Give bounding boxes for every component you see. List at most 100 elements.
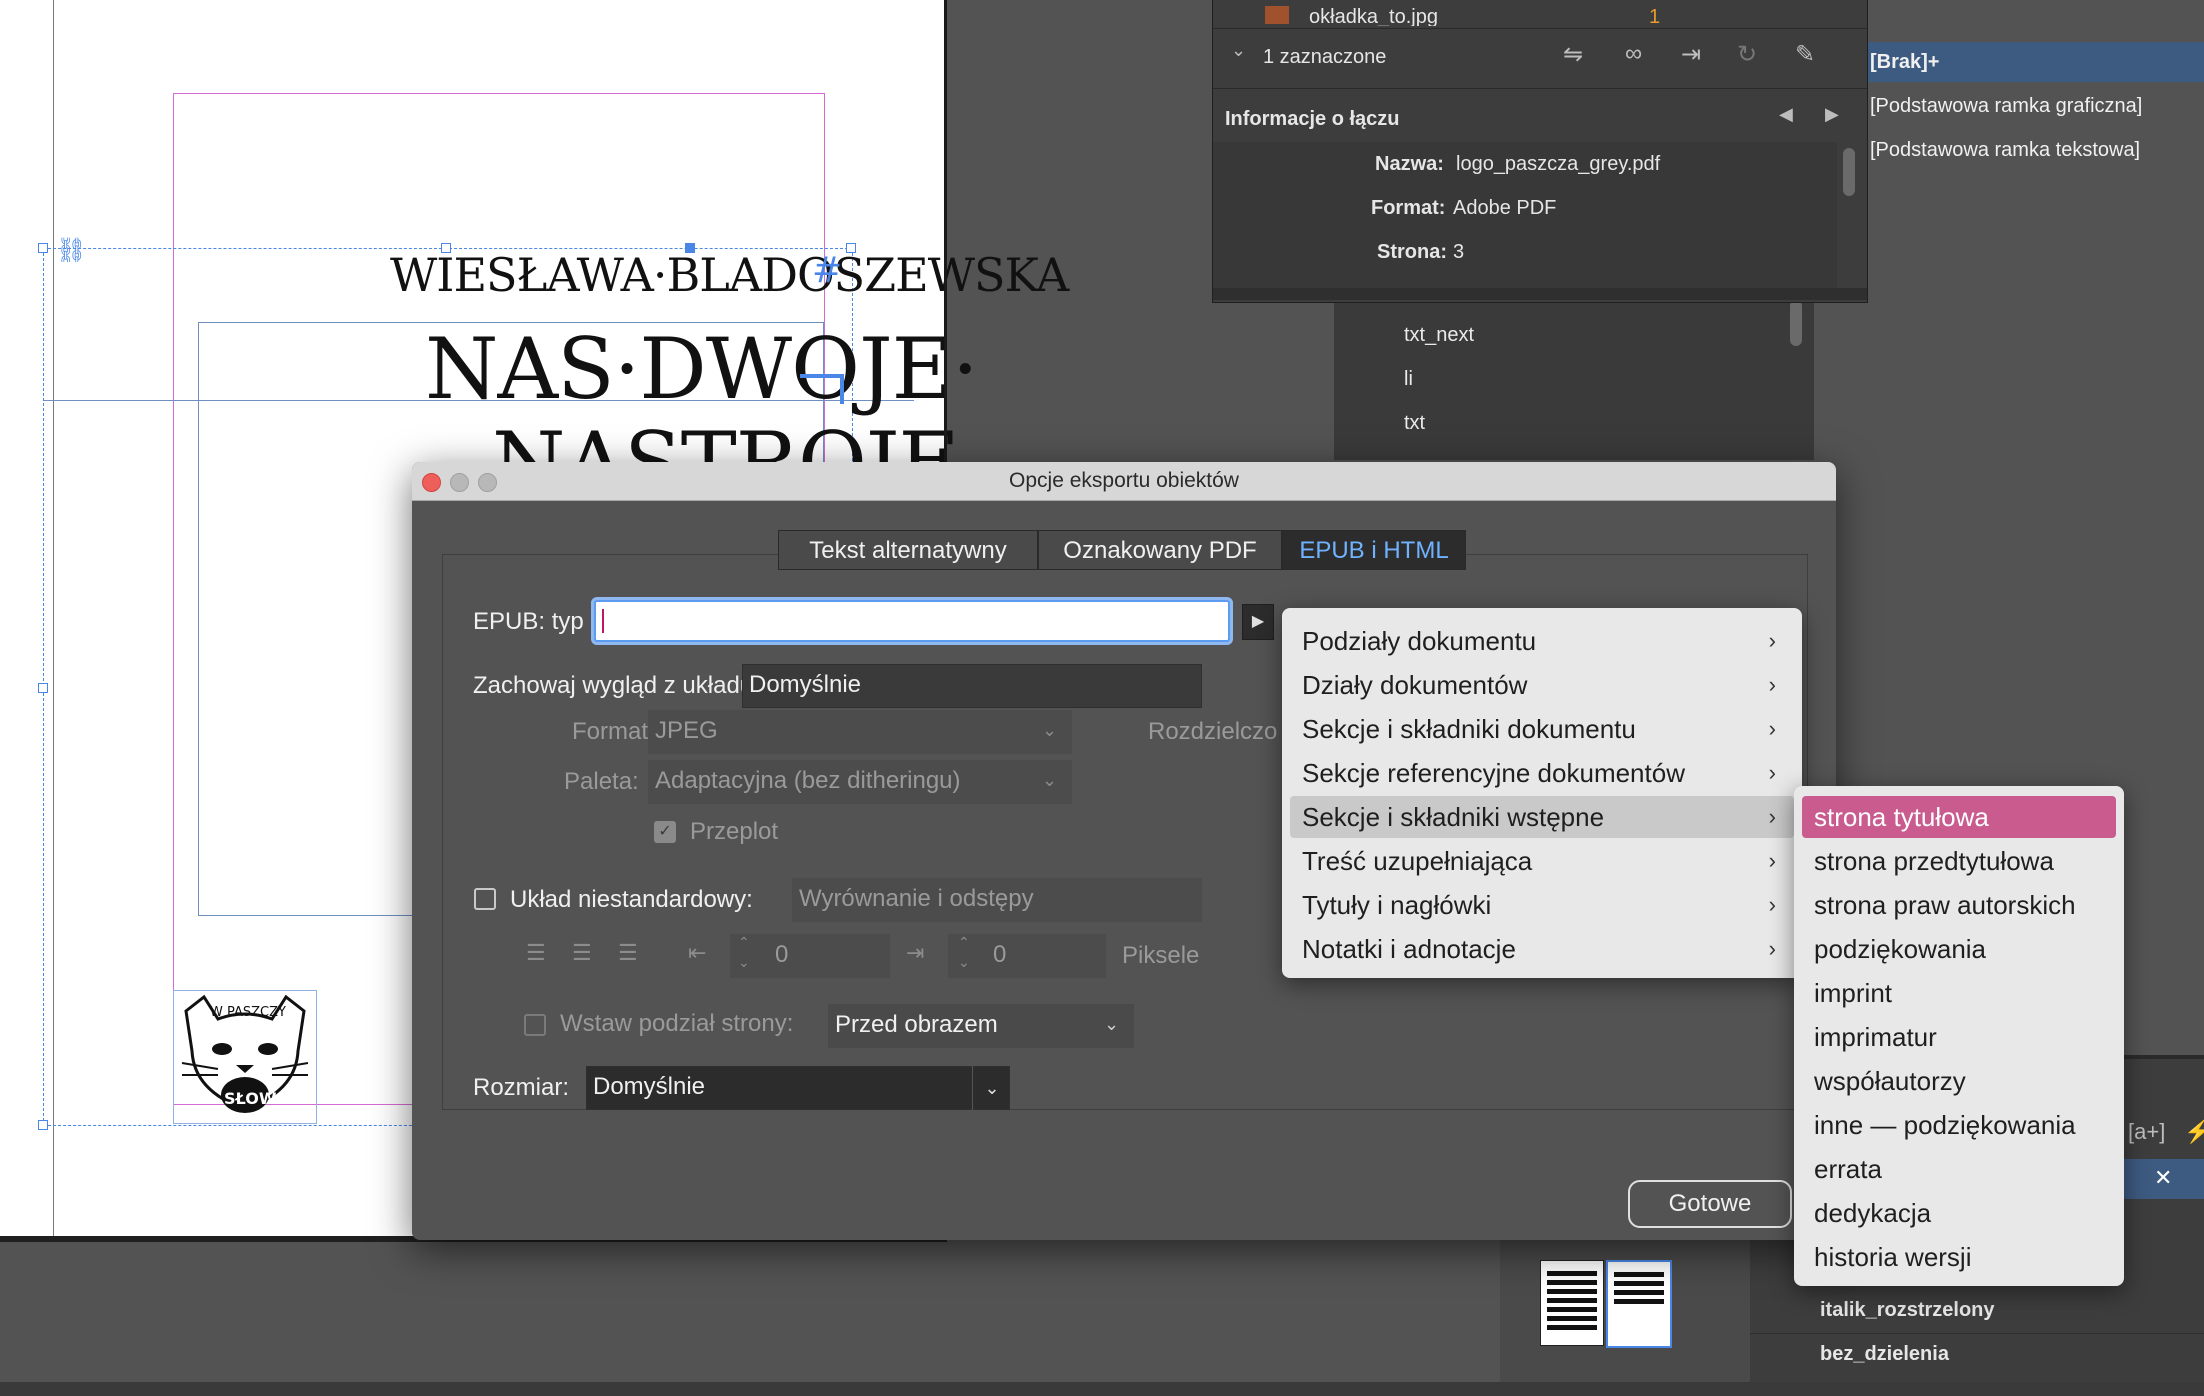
- custom-layout-select[interactable]: Wyrównanie i odstępy: [792, 878, 1202, 922]
- logo-bottom-text: SŁOW: [224, 1089, 277, 1108]
- style-item[interactable]: italik_rozstrzelony: [1820, 1299, 1995, 1322]
- chevron-right-icon: ›: [1768, 672, 1776, 697]
- interlace-label: Przeplot: [690, 818, 779, 845]
- menu-item-halftitlepage[interactable]: strona przedtytułowa: [1802, 840, 2116, 882]
- text-caret: [602, 609, 604, 633]
- align-center-icon[interactable]: ☰: [572, 940, 592, 966]
- menu-item-dedication[interactable]: dedykacja: [1802, 1192, 2116, 1234]
- chevron-right-icon: ›: [1768, 716, 1776, 741]
- menu-item-supplementary[interactable]: Treść uzupełniająca ›: [1290, 840, 1794, 882]
- name-label: Nazwa:: [1375, 153, 1444, 175]
- next-arrow-icon[interactable]: ▶: [1825, 104, 1839, 125]
- chevron-right-icon: ›: [1768, 848, 1776, 873]
- menu-item-titlepage[interactable]: strona tytułowa: [1802, 796, 2116, 838]
- clear-override-button[interactable]: ✕: [2124, 1159, 2204, 1199]
- logo-top-text: W PASZCZY: [210, 1005, 286, 1020]
- menu-item-notes[interactable]: Notatki i adnotacje ›: [1290, 928, 1794, 970]
- menu-item-acknowledgments[interactable]: podziękowania: [1802, 928, 2116, 970]
- page-break-checkbox[interactable]: [524, 1014, 546, 1036]
- out-port-icon[interactable]: [800, 374, 844, 404]
- tab-alt-text[interactable]: Tekst alternatywny: [778, 530, 1038, 570]
- menu-item-imprint[interactable]: imprint: [1802, 972, 2116, 1014]
- dialog-titlebar[interactable]: Opcje eksportu obiektów: [412, 462, 1836, 501]
- menu-item-section-components[interactable]: Sekcje i składniki dokumentu ›: [1290, 708, 1794, 750]
- relink-icon[interactable]: ∞: [1625, 40, 1642, 68]
- tab-tagged-pdf[interactable]: Oznakowany PDF: [1038, 530, 1282, 570]
- frame-handle[interactable]: [38, 243, 48, 253]
- page-thumbnail[interactable]: [1606, 1260, 1672, 1348]
- chevron-down-icon[interactable]: ⌄: [972, 1066, 1011, 1110]
- menu-item-reference-sections[interactable]: Sekcje referencyjne dokumentów ›: [1290, 752, 1794, 794]
- tag-item[interactable]: txt_next: [1404, 324, 1474, 347]
- chevron-right-icon: ›: [1768, 936, 1776, 961]
- menu-item-copyright-page[interactable]: strona praw autorskich: [1802, 884, 2116, 926]
- done-button[interactable]: Gotowe: [1628, 1180, 1792, 1228]
- align-left-icon[interactable]: ☰: [526, 940, 546, 966]
- epub-type-label: EPUB: typ: [473, 608, 584, 635]
- menu-item-errata[interactable]: errata: [1802, 1148, 2116, 1190]
- status-bar: [0, 1382, 2204, 1396]
- page-value: 3: [1453, 241, 1465, 263]
- tab-epub-html[interactable]: EPUB i HTML: [1282, 530, 1466, 570]
- edit-original-icon[interactable]: ✎: [1795, 40, 1815, 69]
- links-panel[interactable]: okładka_to.jpg 1 ⌄ 1 zaznaczone ⇋ ∞ ⇥ ↻ …: [1212, 0, 1868, 303]
- logo-frame[interactable]: W PASZCZY SŁOW: [173, 990, 317, 1124]
- menu-item-revision-history[interactable]: historia wersji: [1802, 1236, 2116, 1278]
- custom-layout-label: Układ niestandardowy:: [510, 886, 753, 913]
- menu-item-front-matter[interactable]: Sekcje i składniki wstępne ›: [1290, 796, 1794, 838]
- link-chain-icon[interactable]: ⛓: [56, 236, 86, 265]
- page-thumbnail[interactable]: [1540, 1260, 1604, 1346]
- page-break-select[interactable]: Przed obrazem: [828, 1004, 1134, 1048]
- link-info-header: Informacje o łączu: [1225, 108, 1400, 130]
- chevron-down-icon: ⌄: [1042, 770, 1058, 790]
- scrollbar-thumb[interactable]: [1843, 148, 1855, 196]
- scrollbar-thumb[interactable]: [1790, 300, 1802, 346]
- chevron-down-icon[interactable]: ⌄: [1231, 40, 1246, 61]
- style-item-none[interactable]: [Brak]+: [1868, 42, 2204, 82]
- space-before-field[interactable]: 0: [730, 934, 890, 978]
- align-right-icon[interactable]: ☰: [618, 940, 638, 966]
- style-item[interactable]: bez_dzielenia: [1820, 1343, 1949, 1366]
- frame-handle[interactable]: [38, 683, 48, 693]
- menu-item-titles-headings[interactable]: Tytuły i nagłówki ›: [1290, 884, 1794, 926]
- menu-item-contributors[interactable]: współautorzy: [1802, 1060, 2116, 1102]
- tag-item[interactable]: li: [1404, 368, 1413, 391]
- interlace-checkbox[interactable]: ✓: [654, 821, 676, 843]
- epub-type-input[interactable]: [594, 600, 1230, 642]
- frame-handle[interactable]: [38, 1120, 48, 1130]
- resolution-label: Rozdzielczo: [1148, 718, 1278, 745]
- link-file-name[interactable]: okładka_to.jpg: [1309, 6, 1438, 26]
- space-after-field[interactable]: 0: [948, 934, 1106, 978]
- chevron-right-icon: ›: [1768, 760, 1776, 785]
- menu-item-other-credits[interactable]: inne — podziękowania: [1802, 1104, 2116, 1146]
- resize-grip[interactable]: [1213, 288, 1867, 300]
- relink-cc-icon[interactable]: ⇋: [1563, 40, 1583, 69]
- size-select[interactable]: Domyślnie: [586, 1066, 1010, 1110]
- lightning-icon[interactable]: ⚡: [2184, 1119, 2204, 1145]
- goto-link-icon[interactable]: ⇥: [1681, 40, 1701, 69]
- menu-item-document-sections[interactable]: Działy dokumentów ›: [1290, 664, 1794, 706]
- style-item-graphic-frame[interactable]: [Podstawowa ramka graficzna]: [1868, 86, 2204, 126]
- epub-type-menu-button[interactable]: ▶: [1242, 604, 1274, 640]
- style-item-text-frame[interactable]: [Podstawowa ramka tekstowa]: [1868, 130, 2204, 170]
- preserve-appearance-select[interactable]: Domyślnie: [742, 664, 1202, 708]
- pin-icon: ✕: [2154, 1165, 2173, 1190]
- palette-select[interactable]: Adaptacyjna (bez ditheringu): [648, 760, 1072, 804]
- custom-layout-checkbox[interactable]: [474, 888, 496, 910]
- stepper-icon[interactable]: ⌃ ⌄: [738, 932, 750, 972]
- prev-arrow-icon[interactable]: ◀: [1779, 104, 1793, 125]
- front-matter-submenu[interactable]: strona tytułowa strona przedtytułowa str…: [1794, 786, 2124, 1286]
- page-label: Strona:: [1377, 241, 1447, 263]
- menu-item-imprimatur[interactable]: imprimatur: [1802, 1016, 2116, 1058]
- tag-item[interactable]: txt: [1404, 412, 1425, 435]
- epub-type-category-menu[interactable]: Podziały dokumentu › Działy dokumentów › S…: [1282, 608, 1802, 978]
- format-select[interactable]: JPEG: [648, 710, 1072, 754]
- ai-label[interactable]: [a+]: [2128, 1119, 2165, 1145]
- update-link-icon[interactable]: ↻: [1737, 40, 1757, 69]
- pages-panel[interactable]: [1500, 1240, 1750, 1396]
- menu-item-document-divisions[interactable]: Podziały dokumentu ›: [1290, 620, 1794, 662]
- stepper-icon[interactable]: ⌃ ⌄: [958, 932, 970, 972]
- book-title-line2: NASTROJE: [492, 414, 959, 462]
- tags-panel[interactable]: txt_next li txt: [1334, 290, 1814, 460]
- space-before-icon: ⇤: [688, 940, 707, 965]
